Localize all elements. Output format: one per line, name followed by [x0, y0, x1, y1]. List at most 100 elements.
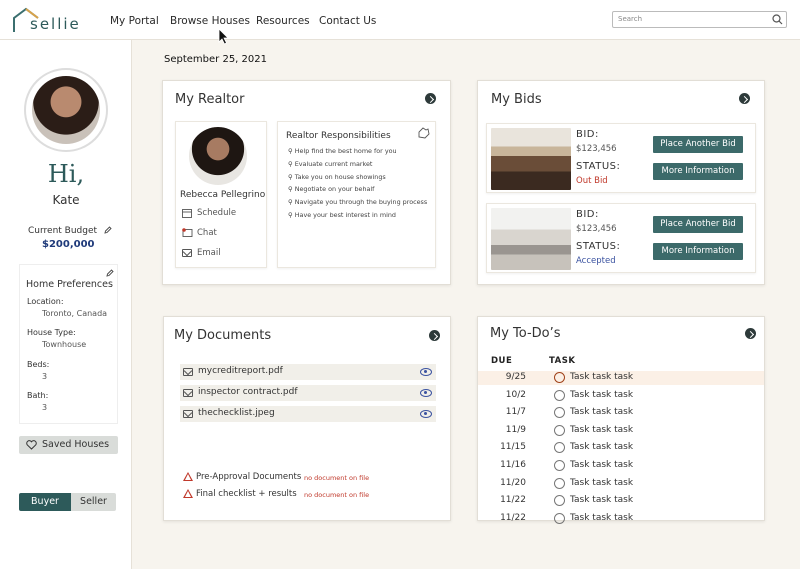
todo-row[interactable]: 11/7 Task task task	[478, 405, 764, 423]
realtor-photo	[189, 127, 247, 185]
todo-due-date: 11/7	[505, 407, 526, 418]
location-value: Toronto, Canada	[42, 309, 108, 318]
todo-due-date: 11/15	[500, 442, 526, 453]
place-another-bid-button[interactable]: Place Another Bid	[653, 136, 743, 153]
checkbox-circle-icon[interactable]	[554, 459, 565, 471]
schedule-link[interactable]: Schedule	[197, 208, 236, 218]
nav-my-portal[interactable]: My Portal	[110, 15, 159, 27]
todo-row[interactable]: 11/22 Task task task	[478, 493, 764, 511]
todo-due-date: 11/22	[500, 495, 526, 506]
location-label: Location:	[27, 297, 64, 306]
checkbox-circle-icon[interactable]	[554, 495, 565, 507]
missing-document-name: Final checklist + results	[196, 489, 297, 499]
buyer-toggle-button[interactable]: Buyer	[19, 493, 71, 511]
eye-icon[interactable]	[420, 410, 432, 418]
document-row[interactable]: inspector contract.pdf	[180, 385, 436, 401]
checkbox-circle-icon[interactable]	[554, 512, 565, 524]
eye-icon[interactable]	[420, 368, 432, 376]
responsibility-text: Navigate you through the buying process	[294, 198, 428, 207]
handshake-icon	[418, 127, 430, 139]
responsibility-item: ⚲ Evaluate current market	[288, 159, 373, 168]
document-row[interactable]: thechecklist.jpeg	[180, 406, 436, 422]
responsibility-item: ⚲ Negotiate on your behalf	[288, 185, 375, 194]
warning-icon	[183, 472, 193, 481]
top-navbar: sellie My Portal Browse Houses Resources…	[0, 0, 800, 45]
house-photo[interactable]	[491, 208, 571, 270]
checkbox-circle-icon[interactable]	[554, 477, 565, 489]
todo-row[interactable]: 11/9 Task task task	[478, 423, 764, 441]
nav-contact-us[interactable]: Contact Us	[319, 15, 376, 27]
email-link[interactable]: Email	[197, 248, 221, 258]
place-another-bid-button[interactable]: Place Another Bid	[653, 216, 743, 233]
eye-icon[interactable]	[420, 389, 432, 397]
checkbox-circle-icon[interactable]	[554, 407, 565, 419]
bid-label: BID:	[576, 209, 599, 220]
checkbox-circle-icon[interactable]	[554, 424, 565, 436]
checkbox-circle-icon[interactable]	[554, 442, 565, 454]
due-column-header: DUE	[491, 356, 513, 366]
search-placeholder: Search	[618, 15, 643, 23]
more-information-button[interactable]: More Information	[653, 243, 743, 260]
saved-houses-label: Saved Houses	[42, 439, 110, 450]
house-type-label: House Type:	[27, 328, 76, 337]
nav-browse-houses[interactable]: Browse Houses	[170, 15, 250, 27]
responsibility-item: ⚲ Help find the best home for you	[288, 147, 397, 155]
my-documents-card: My Documents mycreditreport.pdf inspecto…	[163, 316, 451, 521]
todo-task-text: Task task task	[570, 512, 634, 523]
responsibility-text: Evaluate current market	[294, 159, 373, 168]
todo-row[interactable]: 9/25 Task task task	[478, 370, 764, 388]
pencil-icon[interactable]	[104, 226, 112, 234]
saved-houses-button[interactable]: Saved Houses	[19, 436, 118, 454]
profile-sidebar: Hi, Kate Current Budget $200,000 Home Pr…	[0, 40, 132, 569]
budget-value: $200,000	[42, 239, 95, 250]
bid-status: Out Bid	[576, 176, 608, 186]
todo-list: 9/25 Task task task 10/2 Task task task …	[478, 370, 764, 528]
responsibility-text: Take you on house showings	[294, 172, 386, 181]
search-input[interactable]: Search	[612, 11, 787, 28]
pencil-icon[interactable]	[106, 269, 114, 277]
user-photo	[32, 76, 100, 144]
arrow-right-icon[interactable]	[745, 328, 756, 339]
checkbox-circle-icon[interactable]	[554, 389, 565, 401]
responsibility-text: Have your best interest in mind	[294, 210, 396, 219]
my-bids-title: My Bids	[491, 92, 542, 107]
checkbox-circle-icon[interactable]	[554, 372, 565, 383]
todo-task-text: Task task task	[570, 407, 634, 418]
my-realtor-card: My Realtor Rebecca Pellegrino Schedule C…	[162, 80, 451, 285]
mouse-cursor-icon	[218, 28, 229, 45]
todo-task-text: Task task task	[570, 389, 634, 400]
more-information-button[interactable]: More Information	[653, 163, 743, 180]
seller-toggle-button[interactable]: Seller	[71, 493, 116, 511]
todo-due-date: 11/22	[500, 512, 526, 523]
chat-link[interactable]: Chat	[197, 228, 217, 238]
avatar[interactable]	[24, 68, 108, 152]
todo-row[interactable]: 11/20 Task task task	[478, 476, 764, 494]
todo-due-date: 11/20	[500, 477, 526, 488]
bid-card: BID: $123,456 STATUS: Out Bid Place Anot…	[486, 123, 756, 193]
user-name: Kate	[52, 193, 80, 207]
todo-task-text: Task task task	[570, 477, 634, 488]
todo-row[interactable]: 11/22 Task task task	[478, 511, 764, 529]
status-label: STATUS:	[576, 161, 621, 172]
document-row[interactable]: mycreditreport.pdf	[180, 364, 436, 380]
home-preferences-title: Home Preferences	[26, 279, 113, 290]
todo-row[interactable]: 11/16 Task task task	[478, 458, 764, 476]
todo-row[interactable]: 10/2 Task task task	[478, 388, 764, 406]
document-name: thechecklist.jpeg	[198, 408, 275, 418]
search-icon[interactable]	[772, 14, 783, 25]
todo-row[interactable]: 11/15 Task task task	[478, 440, 764, 458]
arrow-right-icon[interactable]	[429, 330, 440, 341]
responsibilities-title: Realtor Responsibilities	[286, 131, 391, 141]
bid-status: Accepted	[576, 256, 616, 266]
responsibility-text: Negotiate on your behalf	[294, 185, 375, 194]
arrow-right-icon[interactable]	[425, 93, 436, 104]
realtor-responsibilities-card: Realtor Responsibilities ⚲ Help find the…	[277, 121, 436, 268]
buyer-seller-toggle: Buyer Seller	[19, 493, 116, 511]
house-photo[interactable]	[491, 128, 571, 190]
nav-resources[interactable]: Resources	[256, 15, 310, 27]
todo-due-date: 9/25	[505, 372, 526, 382]
todo-task-text: Task task task	[570, 459, 634, 470]
arrow-right-icon[interactable]	[739, 93, 750, 104]
brand-name[interactable]: sellie	[30, 15, 81, 33]
missing-document-status: no document on file	[304, 491, 370, 499]
